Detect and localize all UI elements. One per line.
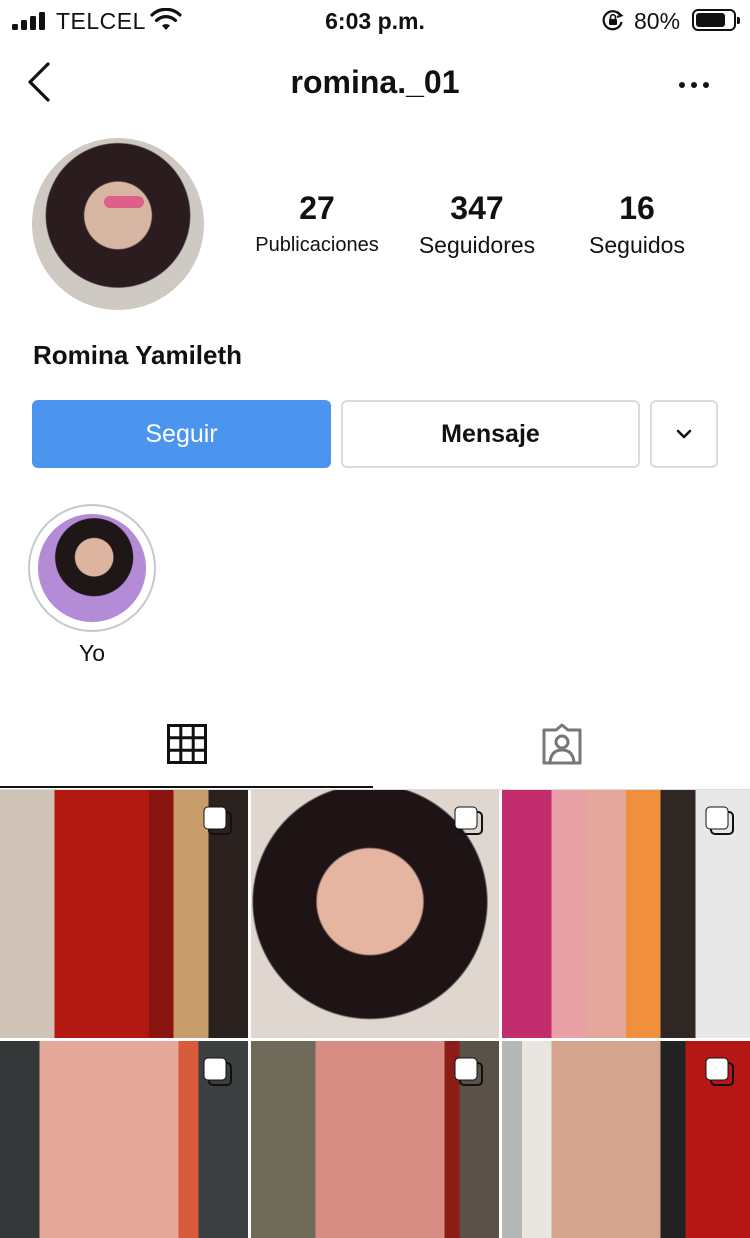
more-options-icon[interactable]	[676, 70, 712, 100]
stat-followers[interactable]: 347 Seguidores	[402, 188, 552, 262]
profile-username: romina._01	[290, 64, 460, 100]
story-highlight-cover	[38, 514, 146, 622]
profile-header: romina._01	[0, 50, 750, 116]
stat-posts-count: 27	[299, 190, 335, 226]
follow-button[interactable]: Seguir	[32, 400, 331, 468]
battery-icon	[692, 9, 740, 31]
multiple-photos-icon	[705, 806, 734, 835]
stat-followers-count: 347	[450, 190, 504, 226]
profile-stats: 27 Publicaciones 347 Seguidores 16 Segui…	[232, 188, 722, 268]
tab-tagged[interactable]	[375, 700, 748, 788]
story-highlight[interactable]	[28, 504, 156, 632]
stat-followers-label: Seguidores	[418, 232, 536, 258]
tab-posts-grid[interactable]	[0, 700, 373, 788]
tagged-person-icon	[542, 723, 582, 765]
orientation-lock-icon	[602, 10, 624, 31]
multiple-photos-icon	[203, 806, 232, 835]
message-button[interactable]: Mensaje	[341, 400, 640, 468]
multiple-photos-icon	[454, 1057, 483, 1086]
post-thumbnail[interactable]	[502, 1041, 750, 1238]
profile-tabs	[0, 700, 750, 790]
stat-posts[interactable]: 27 Publicaciones	[242, 188, 392, 262]
stat-posts-label: Publicaciones	[255, 234, 379, 256]
suggested-accounts-button[interactable]	[650, 400, 718, 468]
multiple-photos-icon	[705, 1057, 734, 1086]
post-thumbnail[interactable]	[251, 790, 499, 1038]
profile-avatar[interactable]	[32, 138, 204, 310]
stat-following[interactable]: 16 Seguidos	[562, 188, 712, 262]
status-bar: TELCEL 6:03 p.m. 80%	[0, 0, 750, 44]
battery-percent: 80%	[634, 8, 681, 34]
profile-full-name: Romina Yamileth	[33, 340, 243, 370]
multiple-photos-icon	[454, 806, 483, 835]
stat-following-label: Seguidos	[589, 232, 685, 258]
post-thumbnail[interactable]	[251, 1041, 499, 1238]
grid-icon	[167, 724, 207, 764]
multiple-photos-icon	[203, 1057, 232, 1086]
post-thumbnail[interactable]	[0, 790, 248, 1038]
chevron-down-icon	[676, 429, 692, 439]
post-thumbnail[interactable]	[0, 1041, 248, 1238]
post-thumbnail[interactable]	[502, 790, 750, 1038]
stat-following-count: 16	[619, 190, 655, 226]
story-highlight-label: Yo	[78, 640, 106, 666]
battery-fill	[696, 13, 725, 27]
